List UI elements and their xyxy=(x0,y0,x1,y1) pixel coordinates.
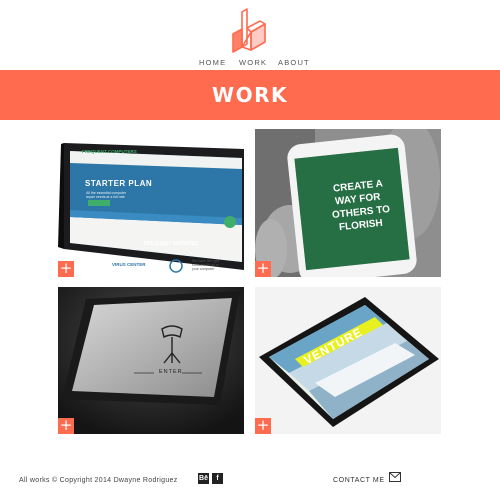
nav-work[interactable]: WORK xyxy=(239,58,267,67)
screen-side-line: your computer xyxy=(192,267,215,271)
screen-service: VIRUS CENTER xyxy=(112,262,146,267)
work-tile-tablet-venture[interactable]: VENTURE + xyxy=(255,287,441,434)
expand-plus-icon[interactable]: + xyxy=(58,261,74,277)
expand-plus-icon[interactable]: + xyxy=(255,261,271,277)
page-banner: WORK xyxy=(0,70,500,120)
expand-plus-icon[interactable]: + xyxy=(255,418,271,434)
tablet-mockup-image xyxy=(58,287,244,434)
work-tile-tablet-dark[interactable]: ENTER + xyxy=(58,287,244,434)
nav-home[interactable]: HOME xyxy=(199,58,226,67)
screen-headline: STARTER PLAN xyxy=(85,179,153,188)
contact-me-link[interactable]: CONTACT ME xyxy=(333,477,385,484)
copyright-text: All works © Copyright 2014 Dwayne Rodrig… xyxy=(19,477,178,484)
nav-about[interactable]: ABOUT xyxy=(278,58,310,67)
screen-brand: FREQUENT COMPUTERS xyxy=(82,149,137,154)
site-footer: All works © Copyright 2014 Dwayne Rodrig… xyxy=(0,462,500,492)
page-title: WORK xyxy=(212,83,288,107)
work-tile-laptop[interactable]: FREQUENT COMPUTERS STARTER PLAN All the … xyxy=(58,129,244,277)
expand-plus-icon[interactable]: + xyxy=(58,418,74,434)
screen-section: FREQUENT SERVICES xyxy=(144,241,199,247)
screen-sub-line: repair needs at a full rate xyxy=(86,195,125,199)
behance-icon[interactable]: Bē xyxy=(198,473,209,484)
screen-label: ENTER xyxy=(159,369,183,375)
work-tile-phone[interactable]: CREATE A WAY FOR OTHERS TO FLORISH + xyxy=(255,129,441,277)
main-nav: HOME WORK ABOUT xyxy=(0,58,500,70)
stacked-blocks-logo-icon[interactable] xyxy=(229,8,273,56)
facebook-icon[interactable]: f xyxy=(212,473,223,484)
envelope-icon[interactable] xyxy=(389,472,401,482)
tablet-mockup-image xyxy=(255,287,441,434)
